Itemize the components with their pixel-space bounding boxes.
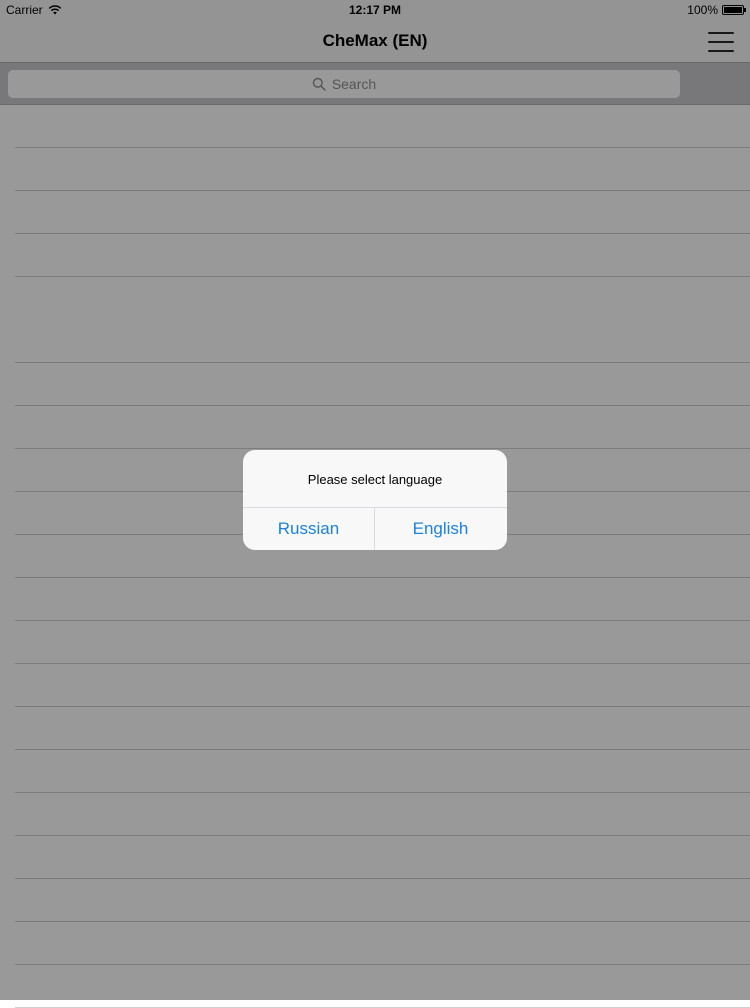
alert-message: Please select language: [307, 472, 443, 487]
language-alert: Please select language Russian English: [243, 450, 507, 550]
russian-button[interactable]: Russian: [243, 508, 374, 550]
english-button[interactable]: English: [375, 508, 506, 550]
